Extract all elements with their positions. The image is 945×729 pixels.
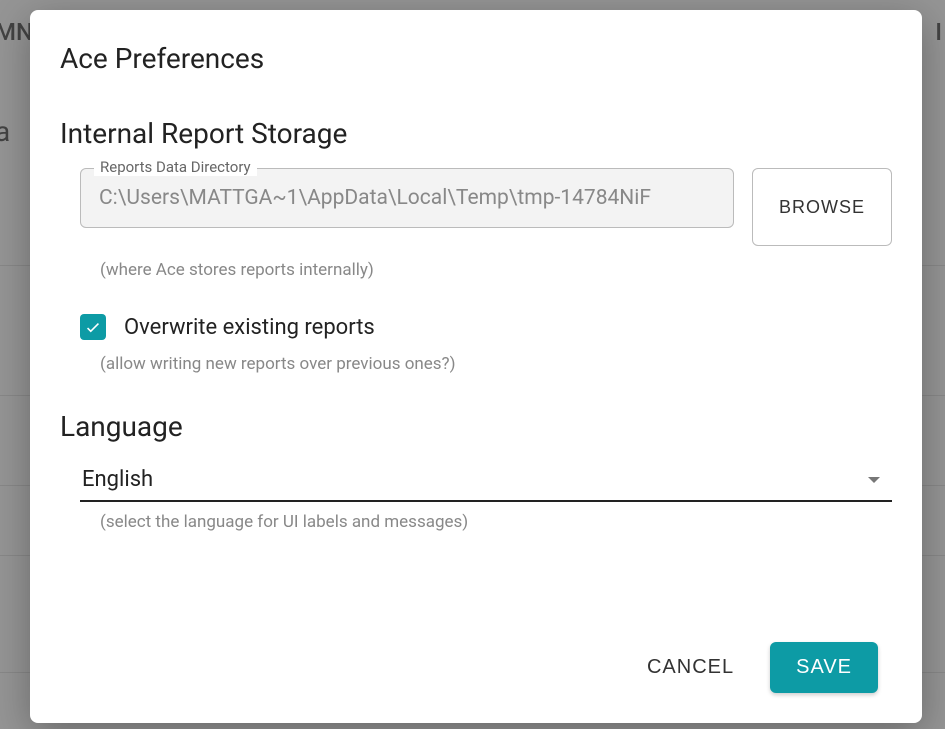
overwrite-label: Overwrite existing reports xyxy=(124,315,375,340)
preferences-dialog: Ace Preferences Internal Report Storage … xyxy=(30,10,922,723)
language-selected-value: English xyxy=(82,467,153,492)
language-heading: Language xyxy=(60,410,892,443)
check-icon xyxy=(84,318,102,336)
reports-directory-input[interactable]: C:\Users\MATTGA~1\AppData\Local\Temp\tmp… xyxy=(80,168,734,228)
language-select[interactable]: English xyxy=(80,461,892,502)
overwrite-checkbox[interactable] xyxy=(80,314,106,340)
dialog-actions: CANCEL SAVE xyxy=(60,612,892,703)
language-helper: (select the language for UI labels and m… xyxy=(60,512,892,532)
browse-button[interactable]: BROWSE xyxy=(752,168,892,246)
reports-directory-label: Reports Data Directory xyxy=(94,158,257,176)
reports-directory-helper: (where Ace stores reports internally) xyxy=(60,260,892,280)
chevron-down-icon xyxy=(868,477,880,483)
dialog-title: Ace Preferences xyxy=(60,42,892,75)
reports-directory-field: Reports Data Directory C:\Users\MATTGA~1… xyxy=(80,168,734,228)
storage-heading: Internal Report Storage xyxy=(60,117,892,150)
overwrite-helper: (allow writing new reports over previous… xyxy=(60,354,892,374)
cancel-button[interactable]: CANCEL xyxy=(639,644,742,691)
save-button[interactable]: SAVE xyxy=(770,642,878,693)
